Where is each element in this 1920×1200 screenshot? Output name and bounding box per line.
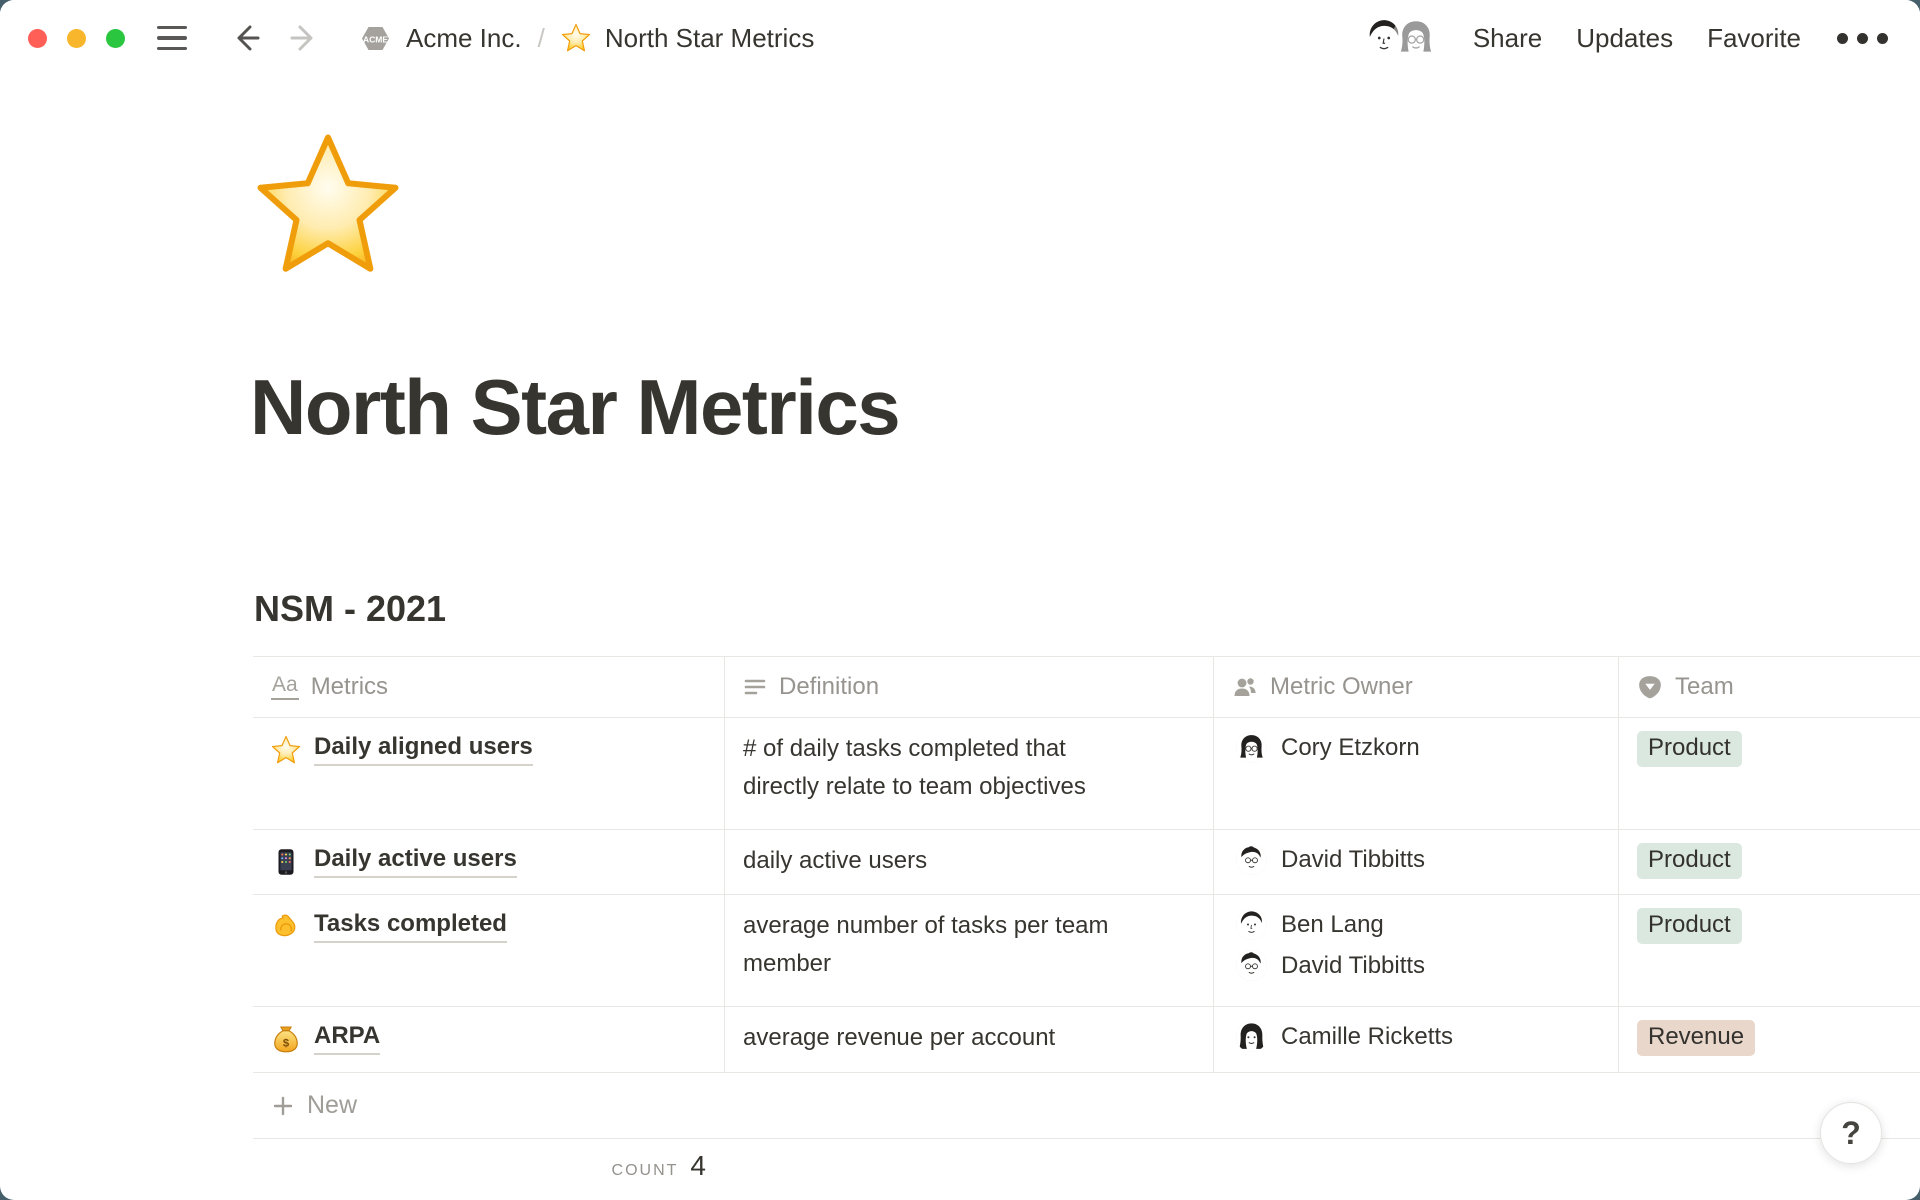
team-cell[interactable]: Revenue — [1618, 1007, 1920, 1072]
window-controls — [28, 29, 125, 48]
zoom-window-button[interactable] — [106, 29, 125, 48]
table-row: Tasks completed average number of tasks … — [253, 895, 1920, 1007]
owner-name: Ben Lang — [1281, 911, 1384, 939]
breadcrumb: ACME Acme Inc. / North Star Metrics — [359, 22, 814, 55]
column-header-metric-owner[interactable]: Metric Owner — [1213, 657, 1618, 717]
column-label: Metric Owner — [1270, 673, 1413, 701]
owner-cell[interactable]: David Tibbitts — [1213, 830, 1618, 894]
share-button[interactable]: Share — [1473, 23, 1542, 54]
column-header-definition[interactable]: Definition — [724, 657, 1213, 717]
plus-icon — [271, 1094, 295, 1118]
definition-cell[interactable]: daily active users — [724, 830, 1213, 894]
metric-cell[interactable]: Daily active users — [253, 830, 724, 894]
avatar — [1236, 950, 1267, 981]
page-star-icon — [561, 23, 591, 53]
select-property-icon — [1637, 674, 1663, 700]
table-header-row: Aa Metrics Definition Metric Owner Team — [253, 656, 1920, 718]
metric-page-link[interactable]: ARPA — [314, 1022, 380, 1055]
topbar-actions: Share Updates Favorite — [1363, 17, 1890, 59]
definition-cell[interactable]: average revenue per account — [724, 1007, 1213, 1072]
notion-window: ACME Acme Inc. / North Star Metrics Shar… — [0, 0, 1920, 1200]
flexed-biceps-emoji-icon — [271, 912, 301, 942]
definition-text: average number of tasks per team member — [743, 907, 1148, 983]
mobile-phone-emoji-icon — [271, 847, 301, 877]
owner-cell[interactable]: Ben Lang David Tibbitts — [1213, 895, 1618, 1006]
metric-page-link[interactable]: Daily active users — [314, 845, 517, 878]
column-label: Definition — [779, 673, 879, 701]
avatar — [1236, 909, 1267, 940]
column-header-metrics[interactable]: Aa Metrics — [253, 657, 724, 717]
owner-name: David Tibbitts — [1281, 846, 1425, 874]
definition-text: average revenue per account — [743, 1019, 1055, 1057]
forward-button[interactable] — [287, 21, 321, 55]
definition-text: daily active users — [743, 842, 927, 880]
more-options-icon[interactable] — [1835, 27, 1890, 50]
new-row-button[interactable]: New — [253, 1073, 1920, 1139]
count-label[interactable]: COUNT — [612, 1162, 679, 1180]
owner-name: David Tibbitts — [1281, 952, 1425, 980]
team-tag[interactable]: Revenue — [1637, 1020, 1755, 1056]
close-window-button[interactable] — [28, 29, 47, 48]
table-row: Daily active users daily active users Da… — [253, 830, 1920, 895]
back-button[interactable] — [229, 21, 263, 55]
metric-page-link[interactable]: Tasks completed — [314, 910, 507, 943]
help-button[interactable]: ? — [1820, 1102, 1882, 1164]
column-header-team[interactable]: Team — [1618, 657, 1920, 717]
person-chip[interactable]: Ben Lang — [1236, 909, 1384, 940]
viewer-avatars — [1363, 17, 1437, 59]
definition-cell[interactable]: # of daily tasks completed that directly… — [724, 718, 1213, 829]
definition-text: # of daily tasks completed that directly… — [743, 730, 1148, 806]
section-heading[interactable]: NSM - 2021 — [254, 588, 446, 630]
person-chip[interactable]: David Tibbitts — [1236, 844, 1425, 875]
minimize-window-button[interactable] — [67, 29, 86, 48]
new-row-label: New — [307, 1091, 357, 1120]
table-footer: COUNT 4 — [253, 1150, 724, 1182]
table-row: ARPA average revenue per account Camille… — [253, 1007, 1920, 1073]
person-chip[interactable]: Cory Etzkorn — [1236, 732, 1420, 763]
top-bar: ACME Acme Inc. / North Star Metrics Shar… — [0, 0, 1920, 76]
metric-cell[interactable]: Daily aligned users — [253, 718, 724, 829]
money-bag-emoji-icon — [271, 1024, 301, 1054]
favorite-button[interactable]: Favorite — [1707, 23, 1801, 54]
metric-cell[interactable]: Tasks completed — [253, 895, 724, 1006]
team-cell[interactable]: Product — [1618, 895, 1920, 1006]
table-row: Daily aligned users # of daily tasks com… — [253, 718, 1920, 830]
title-property-icon: Aa — [271, 674, 299, 699]
breadcrumb-separator: / — [536, 23, 547, 54]
avatar — [1236, 844, 1267, 875]
page-icon-star[interactable] — [253, 130, 403, 280]
column-label: Metrics — [311, 673, 388, 701]
viewer-avatar[interactable] — [1395, 17, 1437, 59]
text-property-icon — [743, 675, 767, 699]
owner-cell[interactable]: Camille Ricketts — [1213, 1007, 1618, 1072]
team-tag[interactable]: Product — [1637, 908, 1742, 944]
owner-cell[interactable]: Cory Etzkorn — [1213, 718, 1618, 829]
owner-name: Cory Etzkorn — [1281, 734, 1420, 762]
updates-button[interactable]: Updates — [1576, 23, 1673, 54]
breadcrumb-page[interactable]: North Star Metrics — [605, 23, 815, 54]
definition-cell[interactable]: average number of tasks per team member — [724, 895, 1213, 1006]
avatar — [1236, 1021, 1267, 1052]
person-property-icon — [1232, 674, 1258, 700]
metric-cell[interactable]: ARPA — [253, 1007, 724, 1072]
page-title[interactable]: North Star Metrics — [250, 362, 899, 453]
team-tag[interactable]: Product — [1637, 731, 1742, 767]
owner-name: Camille Ricketts — [1281, 1023, 1453, 1051]
person-chip[interactable]: David Tibbitts — [1236, 950, 1425, 981]
star-emoji-icon — [271, 735, 301, 765]
metrics-table: Aa Metrics Definition Metric Owner Team — [253, 656, 1920, 1139]
team-tag[interactable]: Product — [1637, 843, 1742, 879]
column-label: Team — [1675, 673, 1734, 701]
team-cell[interactable]: Product — [1618, 718, 1920, 829]
sidebar-menu-icon[interactable] — [157, 26, 187, 51]
count-value: 4 — [690, 1150, 706, 1182]
metric-page-link[interactable]: Daily aligned users — [314, 733, 533, 766]
workspace-logo-icon[interactable]: ACME — [359, 22, 392, 55]
person-chip[interactable]: Camille Ricketts — [1236, 1021, 1453, 1052]
workspace-logo-text: ACME — [363, 34, 388, 44]
breadcrumb-workspace[interactable]: Acme Inc. — [406, 23, 522, 54]
team-cell[interactable]: Product — [1618, 830, 1920, 894]
avatar — [1236, 732, 1267, 763]
